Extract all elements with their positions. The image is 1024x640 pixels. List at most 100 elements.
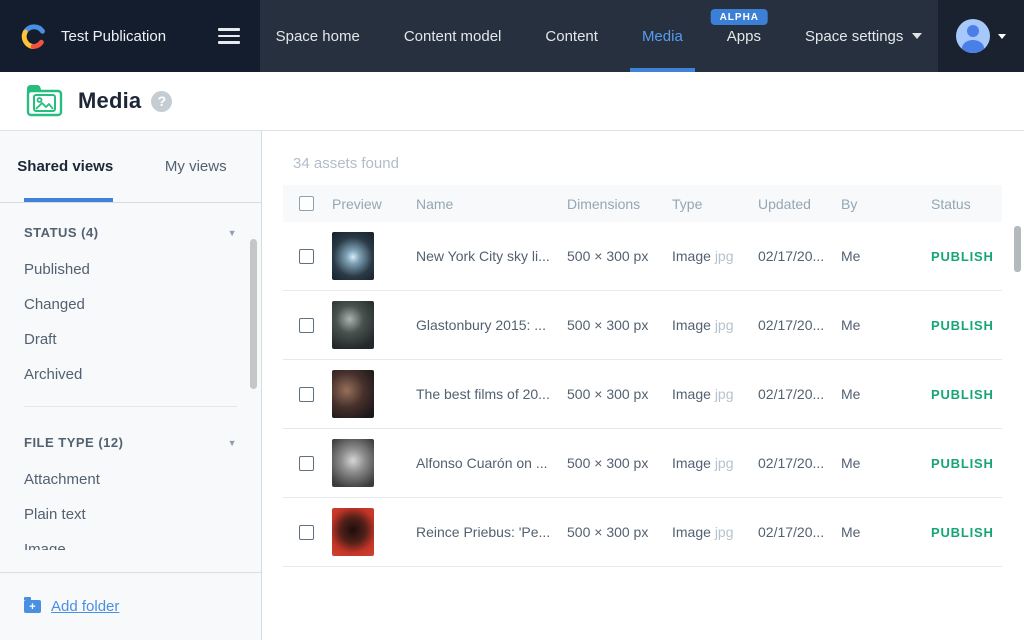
contentful-logo: [20, 23, 47, 50]
col-preview: Preview: [332, 196, 416, 212]
views-tabs: Shared views My views: [0, 131, 261, 203]
file-type-section-header[interactable]: FILE TYPE (12) ▼: [24, 435, 237, 450]
sidebar-item-image[interactable]: Image: [24, 532, 237, 550]
status-badge: PUBLISH: [931, 249, 1002, 264]
col-updated: Updated: [758, 196, 841, 212]
asset-by: Me: [841, 524, 931, 540]
status-badge: PUBLISH: [931, 387, 1002, 402]
assets-count: 34 assets found: [293, 155, 399, 172]
row-checkbox[interactable]: [299, 318, 314, 333]
alpha-badge: ALPHA: [711, 9, 768, 25]
status-section-title: STATUS (4): [24, 225, 99, 240]
collapse-triangle-icon: ▼: [228, 228, 237, 238]
col-by: By: [841, 196, 931, 212]
table-row[interactable]: Glastonbury 2015: ... 500 × 300 px Image…: [283, 291, 1002, 360]
sidebar-item-published[interactable]: Published: [24, 252, 237, 287]
col-status: Status: [931, 196, 1002, 212]
sidebar-scrollbar[interactable]: [250, 239, 257, 389]
add-folder-label: Add folder: [51, 598, 119, 615]
add-folder-link[interactable]: Add folder: [24, 598, 119, 615]
nav-items: Space home Content model Content Media A…: [260, 0, 938, 72]
asset-name: Alfonso Cuarón on ...: [416, 455, 567, 471]
asset-name: New York City sky li...: [416, 248, 567, 264]
account-menu[interactable]: [938, 0, 1024, 72]
asset-thumbnail: [332, 370, 374, 418]
table-row[interactable]: Alfonso Cuarón on ... 500 × 300 px Image…: [283, 429, 1002, 498]
asset-type: Image jpg: [672, 317, 758, 333]
hamburger-menu-icon[interactable]: [218, 28, 240, 44]
asset-type: Image jpg: [672, 455, 758, 471]
row-checkbox[interactable]: [299, 456, 314, 471]
chevron-down-icon: [998, 34, 1006, 39]
nav-item-apps[interactable]: ALPHA Apps: [727, 0, 761, 72]
asset-name: Reince Priebus: 'Pe...: [416, 524, 567, 540]
col-type: Type: [672, 196, 758, 212]
sidebar-item-archived[interactable]: Archived: [24, 357, 237, 392]
table-row[interactable]: The best films of 20... 500 × 300 px Ima…: [283, 360, 1002, 429]
table-row[interactable]: Reince Priebus: 'Pe... 500 × 300 px Imag…: [283, 498, 1002, 567]
assets-main-panel: 34 assets found Preview Name Dimensions …: [263, 131, 1024, 640]
assets-table: Preview Name Dimensions Type Updated By …: [283, 185, 1002, 567]
row-checkbox[interactable]: [299, 387, 314, 402]
add-folder-icon: [24, 600, 41, 613]
asset-thumbnail: [332, 232, 374, 280]
table-row[interactable]: New York City sky li... 500 × 300 px Ima…: [283, 222, 1002, 291]
asset-by: Me: [841, 248, 931, 264]
status-badge: PUBLISH: [931, 525, 1002, 540]
asset-updated: 02/17/20...: [758, 248, 841, 264]
chevron-down-icon: [912, 33, 922, 39]
page-header: Media ? status Published Filter Save as …: [0, 72, 1024, 131]
page-title: Media: [78, 88, 141, 114]
nav-item-space-settings[interactable]: Space settings: [805, 0, 922, 72]
top-navbar: Test Publication Space home Content mode…: [0, 0, 1024, 72]
status-badge: PUBLISH: [931, 456, 1002, 471]
asset-name: Glastonbury 2015: ...: [416, 317, 567, 333]
sidebar-item-changed[interactable]: Changed: [24, 287, 237, 322]
status-section-header[interactable]: STATUS (4) ▼: [24, 225, 237, 240]
nav-item-space-settings-label: Space settings: [805, 28, 903, 45]
row-checkbox[interactable]: [299, 525, 314, 540]
nav-item-content-model[interactable]: Content model: [404, 0, 502, 72]
sidebar-item-attachment[interactable]: Attachment: [24, 462, 237, 497]
media-folder-icon: [25, 83, 65, 119]
row-checkbox[interactable]: [299, 249, 314, 264]
nav-item-media[interactable]: Media: [642, 0, 683, 72]
asset-dimensions: 500 × 300 px: [567, 386, 672, 402]
asset-name: The best films of 20...: [416, 386, 567, 402]
asset-updated: 02/17/20...: [758, 317, 841, 333]
asset-type: Image jpg: [672, 524, 758, 540]
asset-dimensions: 500 × 300 px: [567, 248, 672, 264]
sidebar-item-draft[interactable]: Draft: [24, 322, 237, 357]
nav-item-space-home[interactable]: Space home: [276, 0, 360, 72]
col-name: Name: [416, 196, 567, 212]
asset-updated: 02/17/20...: [758, 455, 841, 471]
asset-dimensions: 500 × 300 px: [567, 317, 672, 333]
status-badge: PUBLISH: [931, 318, 1002, 333]
avatar: [956, 19, 990, 53]
space-switcher[interactable]: Test Publication: [0, 0, 260, 72]
help-icon[interactable]: ?: [151, 91, 172, 112]
tab-shared-views[interactable]: Shared views: [0, 131, 131, 202]
collapse-triangle-icon: ▼: [228, 438, 237, 448]
asset-thumbnail: [332, 439, 374, 487]
asset-by: Me: [841, 455, 931, 471]
status-section: STATUS (4) ▼ Published Changed Draft Arc…: [0, 203, 261, 413]
nav-item-apps-label: Apps: [727, 28, 761, 45]
asset-thumbnail: [332, 301, 374, 349]
table-header-row: Preview Name Dimensions Type Updated By …: [283, 185, 1002, 222]
select-all-checkbox[interactable]: [299, 196, 314, 211]
space-name: Test Publication: [61, 28, 218, 45]
asset-updated: 02/17/20...: [758, 386, 841, 402]
add-folder-bar: Add folder: [0, 572, 261, 640]
asset-type: Image jpg: [672, 248, 758, 264]
sidebar-item-plain-text[interactable]: Plain text: [24, 497, 237, 532]
table-scrollbar[interactable]: [1014, 226, 1021, 272]
col-dimensions: Dimensions: [567, 196, 672, 212]
asset-dimensions: 500 × 300 px: [567, 455, 672, 471]
asset-thumbnail: [332, 508, 374, 556]
asset-type: Image jpg: [672, 386, 758, 402]
asset-updated: 02/17/20...: [758, 524, 841, 540]
asset-dimensions: 500 × 300 px: [567, 524, 672, 540]
nav-item-content[interactable]: Content: [545, 0, 598, 72]
tab-my-views[interactable]: My views: [131, 131, 262, 202]
